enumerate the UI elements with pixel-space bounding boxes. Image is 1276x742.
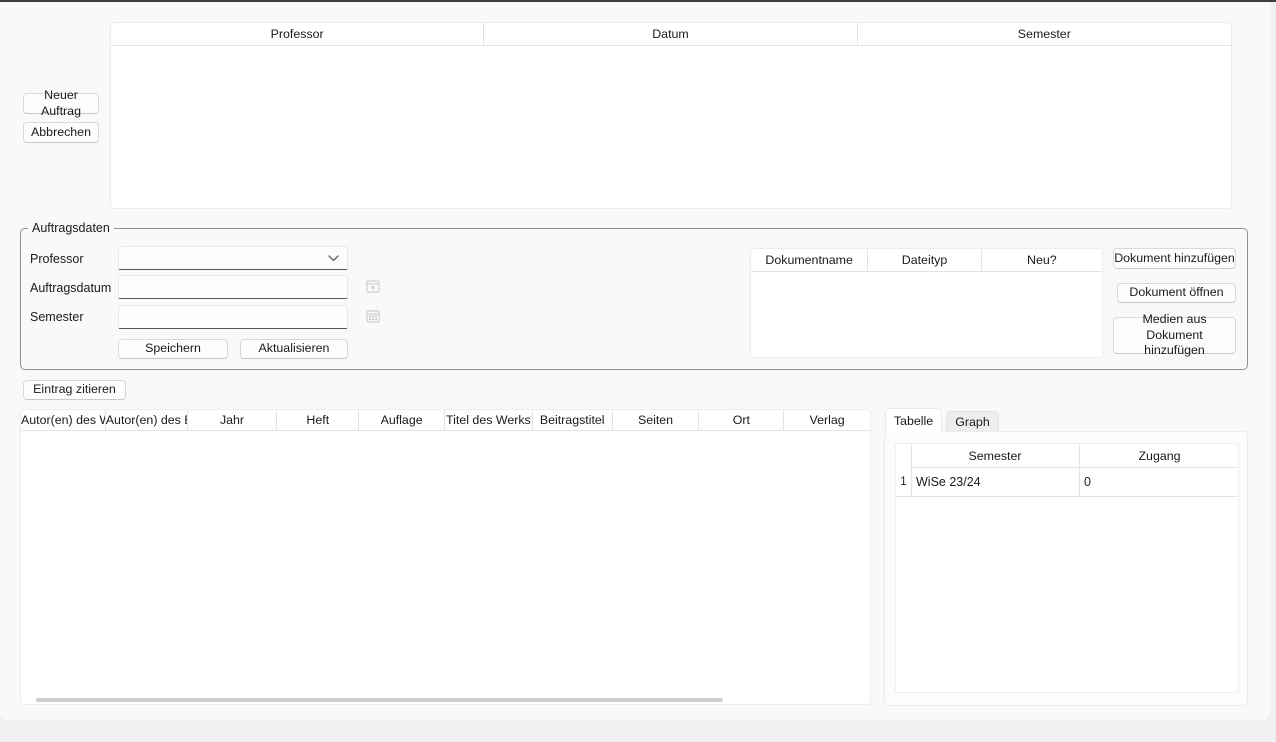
entries-table-body — [21, 431, 870, 704]
entries-column-work-title-label: Titel des Werks — [446, 413, 531, 427]
entries-table-header: Autor(en) des Werks Autor(en) des Beitra… — [21, 410, 870, 431]
entries-table: Autor(en) des Werks Autor(en) des Beitra… — [20, 409, 871, 705]
stats-row-1-number: 1 — [896, 467, 911, 496]
stats-table: Semester Zugang 1 WiSe 23/24 0 — [895, 443, 1239, 693]
stats-column-semester-label: Semester — [968, 449, 1021, 463]
add-media-from-document-button[interactable]: Medien aus Dokument hinzufügen — [1113, 317, 1236, 354]
orders-column-datum-label: Datum — [652, 27, 689, 41]
entries-column-year-label: Jahr — [220, 413, 244, 427]
entries-column-edition[interactable]: Auflage — [359, 410, 445, 430]
entries-column-place[interactable]: Ort — [699, 410, 784, 430]
documents-column-new-label: Neu? — [1027, 253, 1057, 267]
stats-row-1-zugang: 0 — [1084, 467, 1234, 496]
tab-graph-label: Graph — [955, 415, 989, 429]
open-document-button[interactable]: Dokument öffnen — [1117, 283, 1236, 303]
new-order-button[interactable]: Neuer Auftrag — [23, 93, 99, 114]
entries-column-pages-label: Seiten — [638, 413, 673, 427]
stats-panel: Semester Zugang 1 WiSe 23/24 0 — [884, 431, 1248, 706]
entries-column-contribution-title-label: Beitragstitel — [540, 413, 605, 427]
app-surface: Professor Datum Semester Neuer Auftrag A… — [0, 2, 1270, 720]
orders-table-body — [111, 46, 1231, 208]
entries-column-publisher-label: Verlag — [810, 413, 845, 427]
cite-entry-button[interactable]: Eintrag zitieren — [23, 380, 126, 400]
documents-column-new[interactable]: Neu? — [982, 249, 1102, 271]
cancel-button[interactable]: Abbrechen — [23, 122, 99, 143]
entries-column-pages[interactable]: Seiten — [613, 410, 700, 430]
orders-column-professor[interactable]: Professor — [111, 23, 484, 45]
entries-column-work-authors-label: Autor(en) des Werks — [21, 413, 105, 427]
chevron-down-icon — [328, 255, 339, 262]
documents-table: Dokumentname Dateityp Neu? — [750, 248, 1103, 358]
tab-graph[interactable]: Graph — [946, 411, 999, 432]
orders-column-datum[interactable]: Datum — [484, 23, 857, 45]
tab-tabelle-label: Tabelle — [894, 414, 933, 428]
documents-column-filetype[interactable]: Dateityp — [868, 249, 981, 271]
documents-table-body — [751, 272, 1102, 357]
entries-column-work-authors[interactable]: Autor(en) des Werks — [21, 410, 106, 430]
stats-row-1-semester: WiSe 23/24 — [916, 467, 1076, 496]
orders-table-header: Professor Datum Semester — [111, 23, 1231, 46]
entries-column-contribution-title[interactable]: Beitragstitel — [533, 410, 613, 430]
semester-input[interactable] — [118, 305, 348, 329]
orders-table: Professor Datum Semester — [110, 22, 1232, 209]
stats-column-semester[interactable]: Semester — [911, 444, 1079, 467]
stats-row-underline — [896, 496, 1238, 497]
documents-table-header: Dokumentname Dateityp Neu? — [751, 249, 1102, 272]
entries-column-edition-label: Auflage — [381, 413, 423, 427]
entries-column-issue[interactable]: Heft — [277, 410, 359, 430]
orders-column-semester[interactable]: Semester — [858, 23, 1231, 45]
entries-column-contribution-authors-label: Autor(en) des Beitrags — [106, 413, 187, 427]
order-date-input[interactable] — [118, 275, 348, 299]
semester-label: Semester — [30, 310, 84, 324]
professor-label: Professor — [30, 252, 84, 266]
calendar-month-icon[interactable] — [366, 309, 380, 323]
documents-column-name-label: Dokumentname — [765, 253, 852, 267]
orders-column-professor-label: Professor — [271, 27, 324, 41]
stats-column-zugang[interactable]: Zugang — [1079, 444, 1240, 467]
order-date-label: Auftragsdatum — [30, 281, 111, 295]
documents-column-filetype-label: Dateityp — [902, 253, 947, 267]
entries-column-issue-label: Heft — [306, 413, 329, 427]
stats-row-1[interactable]: 1 WiSe 23/24 0 — [896, 467, 1240, 496]
entries-column-publisher[interactable]: Verlag — [784, 410, 870, 430]
tab-tabelle[interactable]: Tabelle — [885, 408, 942, 432]
save-button[interactable]: Speichern — [118, 339, 228, 359]
entries-column-year[interactable]: Jahr — [188, 410, 278, 430]
professor-combobox[interactable] — [118, 246, 348, 270]
add-document-button[interactable]: Dokument hinzufügen — [1113, 248, 1236, 269]
entries-column-contribution-authors[interactable]: Autor(en) des Beitrags — [106, 410, 188, 430]
stats-column-zugang-label: Zugang — [1138, 449, 1180, 463]
entries-horizontal-scrollbar[interactable] — [36, 698, 723, 702]
calendar-day-icon[interactable] — [366, 279, 380, 293]
refresh-button[interactable]: Aktualisieren — [240, 339, 348, 359]
orders-column-semester-label: Semester — [1018, 27, 1071, 41]
documents-column-name[interactable]: Dokumentname — [751, 249, 868, 271]
entries-column-place-label: Ort — [733, 413, 750, 427]
order-form-legend: Auftragsdaten — [28, 221, 114, 235]
entries-column-work-title[interactable]: Titel des Werks — [445, 410, 533, 430]
